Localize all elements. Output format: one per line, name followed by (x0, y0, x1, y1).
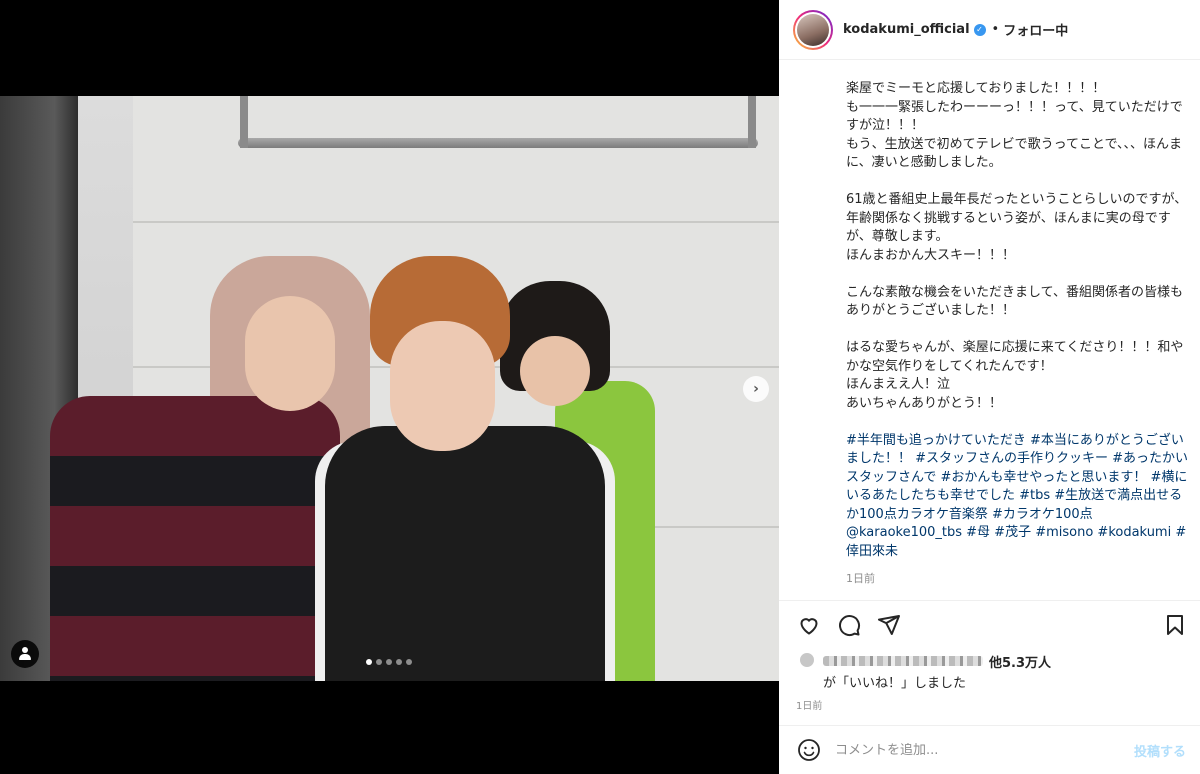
share-icon[interactable] (877, 613, 901, 637)
person-left-face (245, 296, 335, 411)
carousel-dot (366, 659, 372, 665)
likes-count[interactable]: 他5.3万人 (989, 652, 1051, 671)
verified-badge-icon: ✓ (973, 23, 986, 36)
user-icon (22, 647, 28, 653)
action-bar (779, 600, 1200, 648)
rail-post (240, 96, 248, 148)
bookmark-icon[interactable] (1163, 613, 1187, 637)
carousel-dot (396, 659, 402, 665)
post-caption: 楽屋でミーモと応援しておりました！！！！ も一一一緊張したわーーーっ！！！って、… (846, 80, 1190, 561)
comment-bar: 投稿する (779, 725, 1200, 774)
carousel-dot (406, 659, 412, 665)
following-button[interactable]: フォロー中 (1003, 20, 1068, 39)
comment-input[interactable] (835, 742, 1115, 758)
post-comment-button[interactable]: 投稿する (1134, 741, 1186, 760)
liker-avatars (799, 652, 819, 670)
hanger-rail (238, 138, 758, 148)
carousel-indicator (366, 659, 412, 665)
chevron-right-icon: › (753, 381, 759, 397)
post-photo (0, 96, 779, 681)
caption-timestamp[interactable]: 1日前 (846, 570, 875, 586)
post-details-panel: kodakumi_official ✓ • フォロー中 楽屋でミーモと応援してお… (779, 0, 1200, 774)
separator: • (991, 22, 1000, 37)
comment-icon[interactable] (837, 613, 861, 637)
wall-line (133, 221, 779, 223)
media-area: › (0, 0, 779, 774)
avatar (799, 652, 815, 668)
person-center-face (390, 321, 495, 451)
carousel-dot (376, 659, 382, 665)
emoji-icon[interactable] (797, 738, 821, 762)
post-header: kodakumi_official ✓ • フォロー中 (779, 0, 1200, 60)
carousel-dot (386, 659, 392, 665)
caption-hashtags[interactable]: #半年間も追っかけていただき #本当にありがとうございました！！ #スタッフさん… (846, 433, 1188, 559)
username-link[interactable]: kodakumi_official (843, 22, 970, 37)
heart-icon[interactable] (797, 613, 821, 637)
carousel-next-button[interactable]: › (743, 376, 769, 402)
person-center-vest (325, 426, 605, 681)
rail-post (748, 96, 756, 148)
tagged-users-button[interactable] (11, 640, 39, 668)
avatar[interactable] (793, 9, 833, 50)
caption-text: 楽屋でミーモと応援しておりました！！！！ も一一一緊張したわーーーっ！！！って、… (846, 81, 1188, 411)
post-timestamp[interactable]: 1日前 (796, 697, 822, 712)
person-left-sweater (50, 396, 340, 681)
likes-text: が「いいね！」しました (823, 676, 967, 691)
person-right-face (520, 336, 590, 406)
blurred-liker-names (823, 656, 983, 666)
